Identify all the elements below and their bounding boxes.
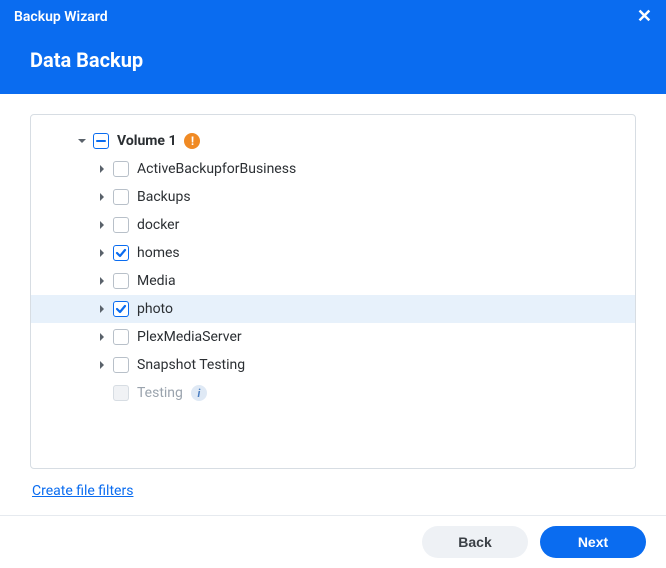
filters-row: Create file filters — [30, 469, 636, 505]
tree-node-label: homes — [137, 245, 180, 261]
warning-icon: ! — [184, 133, 200, 149]
chevron-right-icon[interactable] — [95, 162, 109, 176]
tree-node[interactable]: docker — [31, 211, 635, 239]
chevron-right-icon[interactable] — [95, 190, 109, 204]
checkbox[interactable] — [113, 161, 129, 177]
tree-node[interactable]: Snapshot Testing — [31, 351, 635, 379]
chevron-down-icon[interactable] — [75, 134, 89, 148]
chevron-right-icon[interactable] — [95, 358, 109, 372]
chevron-right-icon[interactable] — [95, 246, 109, 260]
tree-node[interactable]: photo — [31, 295, 635, 323]
checkbox[interactable] — [113, 357, 129, 373]
wizard-step-title: Data Backup — [0, 34, 666, 94]
window-title: Backup Wizard — [14, 9, 108, 25]
tree-node[interactable]: homes — [31, 239, 635, 267]
checkbox[interactable] — [113, 245, 129, 261]
next-button[interactable]: Next — [540, 526, 646, 558]
close-icon[interactable]: ✕ — [637, 8, 652, 26]
wizard-window: Backup Wizard ✕ Data Backup Volume 1! Act… — [0, 0, 666, 568]
checkbox[interactable] — [93, 133, 109, 149]
create-file-filters-link[interactable]: Create file filters — [32, 483, 133, 499]
tree-node-label: docker — [137, 217, 179, 233]
tree-node[interactable]: Testing i — [31, 379, 635, 407]
tree-node[interactable]: ActiveBackupforBusiness — [31, 155, 635, 183]
checkbox — [113, 385, 129, 401]
wizard-body: Volume 1! ActiveBackupforBusiness Backups d… — [0, 94, 666, 515]
titlebar: Backup Wizard ✕ — [0, 0, 666, 34]
checkbox[interactable] — [113, 189, 129, 205]
chevron-right-icon[interactable] — [95, 274, 109, 288]
info-icon[interactable]: i — [191, 385, 207, 401]
wizard-footer: Back Next — [0, 515, 666, 568]
tree-node-label: ActiveBackupforBusiness — [137, 161, 296, 177]
chevron-right-icon[interactable] — [95, 218, 109, 232]
tree-node-label: Snapshot Testing — [137, 357, 245, 373]
checkbox[interactable] — [113, 273, 129, 289]
tree-node[interactable]: Media — [31, 267, 635, 295]
tree-node-label: Backups — [137, 189, 191, 205]
back-button[interactable]: Back — [422, 526, 528, 558]
tree-node[interactable]: Backups — [31, 183, 635, 211]
chevron-right-icon[interactable] — [95, 302, 109, 316]
tree-node[interactable]: PlexMediaServer — [31, 323, 635, 351]
chevron-right-icon[interactable] — [95, 330, 109, 344]
checkbox[interactable] — [113, 329, 129, 345]
step-title: Data Backup — [30, 48, 143, 72]
tree-node-label: PlexMediaServer — [137, 329, 242, 345]
checkbox[interactable] — [113, 217, 129, 233]
tree-node-label: Testing — [137, 385, 183, 401]
tree-node-label: Media — [137, 273, 176, 289]
tree-node-label: photo — [137, 301, 173, 317]
tree-node[interactable]: Volume 1! — [31, 127, 635, 155]
checkbox[interactable] — [113, 301, 129, 317]
folder-tree: Volume 1! ActiveBackupforBusiness Backups d… — [30, 114, 636, 469]
tree-node-label: Volume 1 — [117, 133, 176, 149]
